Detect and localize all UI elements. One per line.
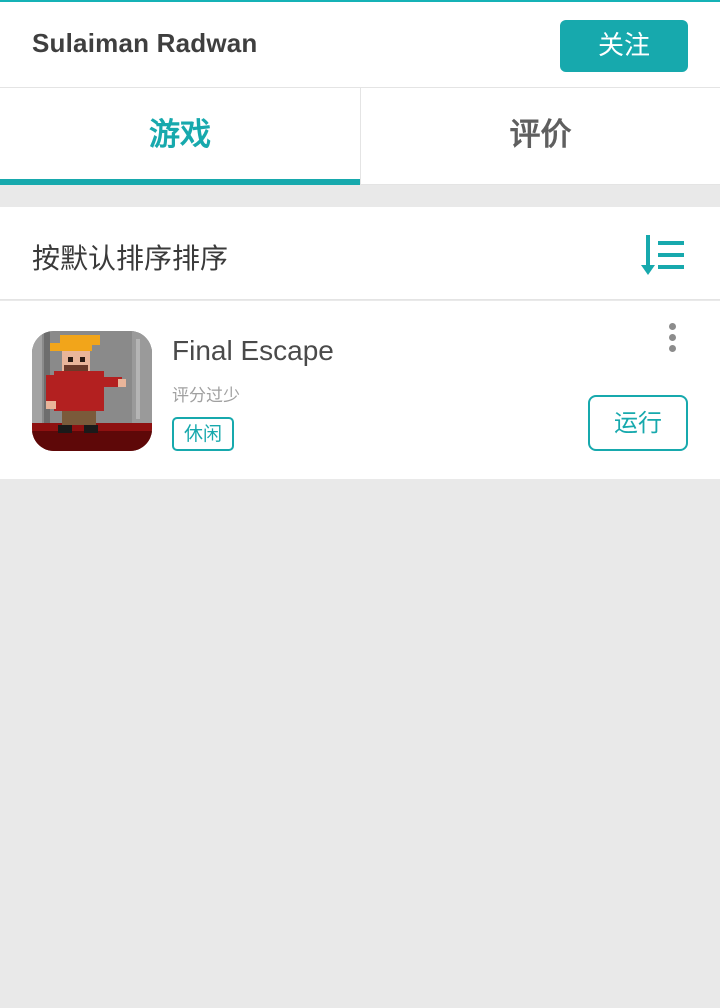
game-character-icon[interactable] [32,331,152,451]
tab-bar: 游戏 评价 [0,88,720,185]
active-tab-indicator [0,179,360,185]
user-name: Sulaiman Radwan [32,28,258,58]
top-bar: Sulaiman Radwan 关注 [0,0,720,88]
follow-button[interactable]: 关注 [560,20,688,72]
game-category-tag[interactable]: 休闲 [172,417,235,451]
run-button[interactable]: 运行 [588,395,688,451]
sort-list-icon[interactable] [640,233,688,277]
tab-games[interactable]: 游戏 [0,88,360,185]
game-rating-text: 评分过少 [172,386,240,406]
sort-label: 按默认排序排序 [32,242,229,275]
sort-bar[interactable]: 按默认排序排序 [0,207,720,300]
game-list-item[interactable]: Final Escape 评分过少 休闲 运行 [0,301,720,479]
tab-reviews-label: 评价 [509,117,572,153]
tab-reviews[interactable]: 评价 [360,88,720,185]
more-options-icon[interactable] [660,321,684,355]
game-title[interactable]: Final Escape [172,335,334,367]
tab-games-label: 游戏 [149,117,211,153]
